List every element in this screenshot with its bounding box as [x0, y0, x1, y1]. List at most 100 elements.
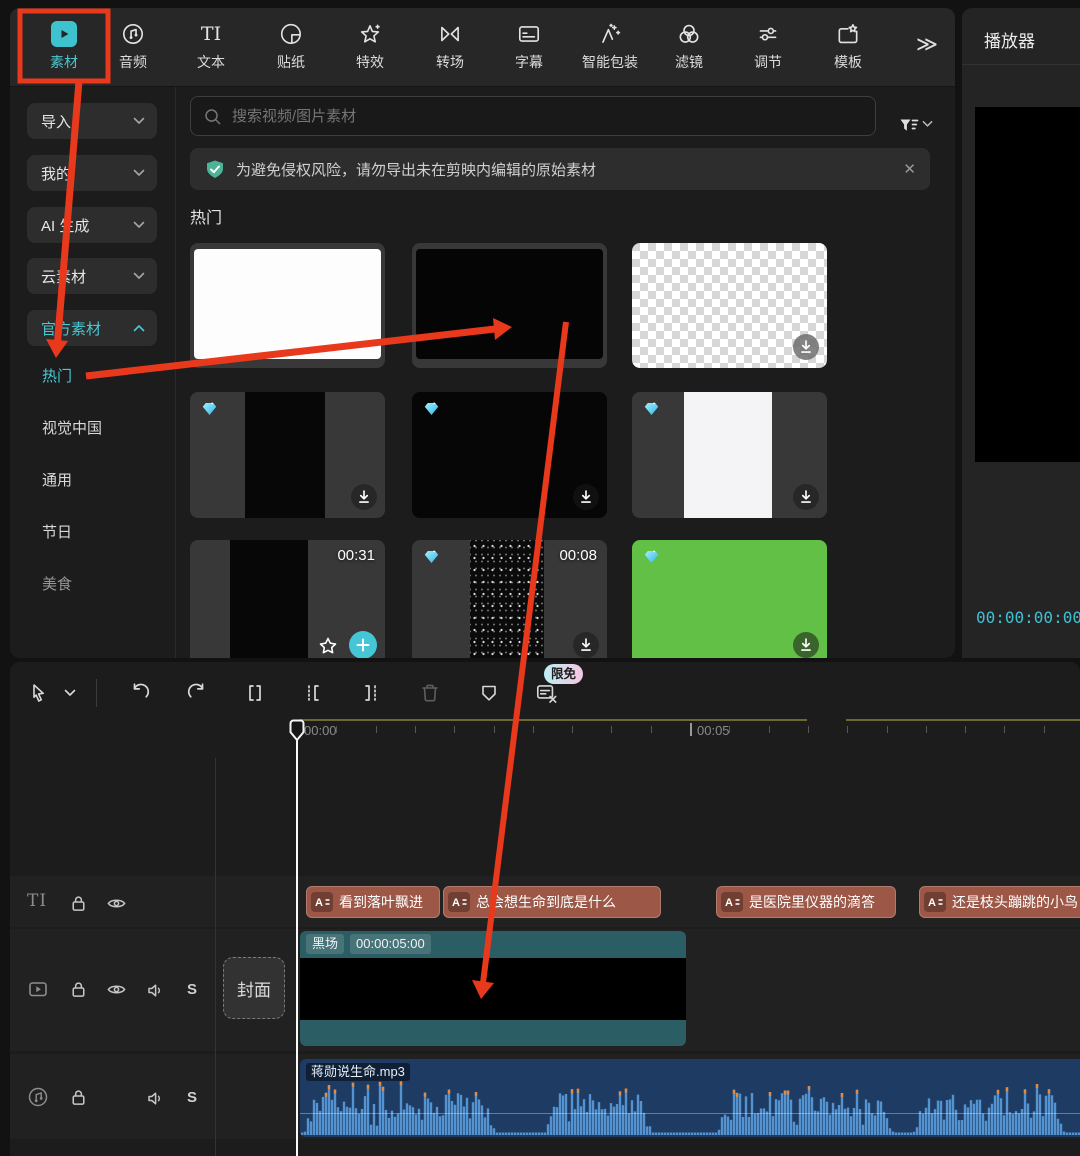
select-tool-chevron[interactable]	[60, 678, 80, 708]
audio-volume-line[interactable]	[300, 1113, 1080, 1114]
tab-transition[interactable]: 转场	[436, 19, 464, 72]
tab-template[interactable]: 模板	[834, 19, 862, 72]
download-button[interactable]	[793, 334, 819, 360]
tab-adjust[interactable]: 调节	[754, 19, 782, 72]
tab-subtitle[interactable]: 字幕	[515, 19, 543, 72]
download-button[interactable]	[573, 484, 599, 510]
duration-label: 00:08	[559, 547, 597, 564]
search-box	[190, 96, 876, 136]
material-card-green-screen[interactable]	[632, 540, 827, 658]
lock-icon[interactable]	[68, 1087, 89, 1107]
favorite-star-icon[interactable]	[317, 636, 339, 657]
sidebar-item-general[interactable]: 通用	[42, 469, 72, 490]
notice-close-icon[interactable]: ✕	[903, 160, 916, 178]
tab-effects[interactable]: 特效	[356, 19, 384, 72]
player-header: 播放器	[962, 8, 1080, 65]
lock-icon[interactable]	[68, 979, 89, 999]
tab-label: 素材	[50, 52, 78, 72]
speaker-icon[interactable]	[145, 1088, 165, 1108]
material-card-white-portrait[interactable]	[632, 392, 827, 518]
speaker-icon[interactable]	[145, 980, 165, 1000]
tab-sticker[interactable]: 贴纸	[277, 19, 305, 72]
material-play-icon	[51, 21, 77, 47]
material-card-white[interactable]	[190, 243, 385, 368]
video-clip-name: 黑场	[306, 934, 344, 954]
tab-label: 文本	[197, 52, 225, 72]
delete-left-button[interactable]	[298, 678, 328, 708]
mark-shield-button[interactable]	[474, 678, 504, 708]
text-icon: TI	[201, 19, 221, 49]
tab-text[interactable]: TI 文本	[197, 19, 225, 72]
split-clip-button[interactable]	[240, 678, 270, 708]
download-button[interactable]	[793, 632, 819, 658]
toolbar-expand-button[interactable]: ≫	[916, 32, 936, 57]
lock-icon[interactable]	[68, 893, 89, 913]
add-to-timeline-button[interactable]	[349, 631, 377, 658]
sidebar-item-hot[interactable]: 热门	[42, 365, 72, 386]
sidebar-item-food[interactable]: 美食	[42, 573, 72, 594]
portrait-thumbnail	[245, 392, 325, 518]
material-card-black-full[interactable]	[412, 392, 607, 518]
sidebar-item-visual-china[interactable]: 视觉中国	[42, 417, 102, 438]
undo-button[interactable]	[125, 678, 155, 708]
materials-sidebar: 导入 我的 AI 生成 云素材 官方素材 热门 视觉中国 通用 节日 美食 即梦…	[10, 87, 176, 658]
section-title-hot: 热门	[190, 204, 222, 228]
search-input[interactable]	[230, 107, 863, 126]
svg-text:A: A	[928, 897, 936, 909]
chevron-up-icon	[133, 324, 145, 332]
eye-icon[interactable]	[106, 979, 127, 999]
video-clip-black-field[interactable]: 黑场 00:00:05:00	[300, 931, 686, 1046]
solo-button[interactable]: S	[187, 1089, 197, 1106]
eye-icon[interactable]	[106, 893, 127, 913]
playhead-line[interactable]	[296, 724, 298, 1156]
text-clip-icon: A	[448, 892, 470, 912]
audio-clip[interactable]: 蒋勋说生命.mp3	[300, 1059, 1080, 1137]
delete-button[interactable]	[415, 678, 445, 708]
tab-audio[interactable]: 音频	[119, 19, 147, 72]
sidebar-group-ai-generate[interactable]: AI 生成	[27, 207, 157, 243]
download-button[interactable]	[351, 484, 377, 510]
audio-icon	[120, 19, 146, 49]
tab-filter[interactable]: 滤镜	[675, 19, 703, 72]
audio-clip-name: 蒋勋说生命.mp3	[306, 1063, 410, 1081]
sidebar-group-mine[interactable]: 我的	[27, 155, 157, 191]
timeline-ruler[interactable]: 00:0000:05	[10, 718, 1080, 750]
material-card-particles[interactable]: 00:08	[412, 540, 607, 658]
adjust-sliders-icon	[755, 19, 781, 49]
player-preview	[975, 107, 1080, 462]
select-tool-button[interactable]	[23, 678, 53, 708]
cover-button[interactable]: 封面	[223, 957, 285, 1019]
playhead-handle[interactable]	[289, 719, 305, 742]
filter-button[interactable]	[882, 104, 948, 144]
player-timecode: 00:00:00:00	[976, 608, 1080, 627]
material-card-transparent[interactable]	[632, 243, 827, 368]
material-card-black-video[interactable]: 00:31	[190, 540, 385, 658]
copyright-notice-banner: 为避免侵权风险，请勿导出未在剪映内编辑的原始素材 ✕	[190, 148, 930, 190]
text-clip-icon: A	[721, 892, 743, 912]
player-title: 播放器	[984, 27, 1035, 52]
sidebar-group-import[interactable]: 导入	[27, 103, 157, 139]
player-panel: 播放器 00:00:00:00	[962, 8, 1080, 658]
material-card-black-portrait[interactable]	[190, 392, 385, 518]
audio-waveform	[300, 1059, 1080, 1137]
tab-material[interactable]: 素材	[50, 19, 78, 72]
materials-panel: 素材 音频 TI 文本 贴纸 特效 转场 字幕 智能包装	[10, 8, 955, 658]
delete-right-button[interactable]	[356, 678, 386, 708]
text-clip[interactable]: A 看到落叶飘进	[306, 886, 440, 918]
download-button[interactable]	[793, 484, 819, 510]
redo-button[interactable]	[182, 678, 212, 708]
sidebar-group-official[interactable]: 官方素材	[27, 310, 157, 346]
sidebar-group-cloud[interactable]: 云素材	[27, 258, 157, 294]
text-clip[interactable]: A 总会想生命到底是什么	[443, 886, 661, 918]
tab-label: 调节	[754, 52, 782, 72]
download-button[interactable]	[573, 632, 599, 658]
tab-smart-package[interactable]: 智能包装	[582, 19, 638, 72]
sticker-icon	[278, 19, 304, 49]
text-clip[interactable]: A 还是枝头蹦跳的小鸟	[919, 886, 1080, 918]
text-clip[interactable]: A 是医院里仪器的滴答	[716, 886, 896, 918]
sidebar-item-festival[interactable]: 节日	[42, 521, 72, 542]
toolbar-divider	[96, 679, 97, 707]
material-card-black[interactable]	[412, 243, 607, 368]
effects-star-icon	[357, 19, 383, 49]
solo-button[interactable]: S	[187, 981, 197, 998]
